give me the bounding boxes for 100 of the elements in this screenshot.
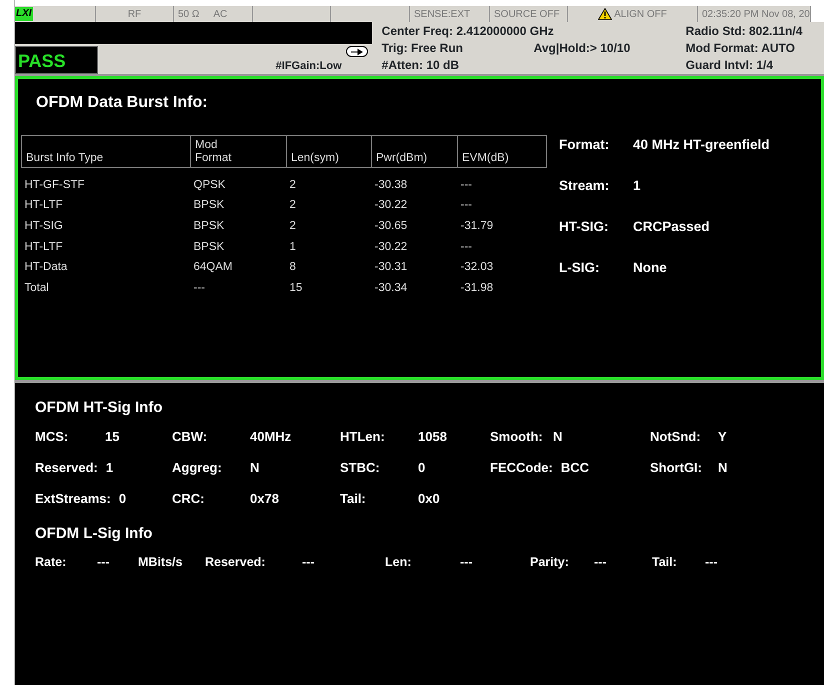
field-text: ---: [705, 554, 718, 571]
table-cell-text: 64QAM: [192, 260, 234, 276]
table-cell-text: -30.65: [374, 218, 408, 234]
column-header: Burst Info Type: [22, 136, 190, 168]
section-title: OFDM L-Sig Info: [35, 524, 154, 544]
field-value: N: [553, 428, 562, 446]
status-text: SENSE:EXT: [414, 8, 470, 22]
table-cell-text: 1: [288, 240, 297, 255]
if-gain-label: #IFGain:Low: [276, 58, 342, 74]
info-value: CRCPassed: [633, 218, 711, 236]
section-title: OFDM HT-Sig Info: [35, 398, 164, 418]
status-text: AC: [213, 8, 228, 22]
pass-indicator: PASS: [15, 46, 98, 74]
setting-text: Center Freq: 2.412000000 GHz: [382, 23, 554, 40]
column-header: Len(sym): [286, 136, 372, 168]
table-cell-text: -30.34: [374, 281, 408, 296]
field-label: MCS:: [35, 428, 70, 446]
field-text: Parity:: [530, 554, 569, 571]
table-cell-text: -32.03: [460, 260, 494, 276]
field-label: CBW:: [172, 428, 208, 446]
field-value: 0x78: [250, 490, 279, 508]
table-cell-text: 2: [288, 178, 297, 193]
table-cell-text: ---: [460, 198, 473, 214]
field-text: Reserved:: [205, 554, 266, 571]
column-header: EVM(dB): [458, 136, 546, 168]
table-cell-text: HT-LTF: [24, 240, 64, 255]
field-value: Y: [718, 428, 727, 446]
info-label: L-SIG:: [559, 259, 600, 277]
field-value: 0: [418, 459, 426, 478]
field-value: BCC: [560, 459, 590, 478]
table-cell-text: ---: [460, 178, 473, 193]
table-cell-text: HT-Data: [24, 260, 68, 276]
status-text: 50 Ω: [178, 8, 200, 22]
table-cell-text: 15: [288, 281, 304, 296]
field-label: NotSnd:: [650, 428, 702, 446]
table-cell-text: BPSK: [192, 218, 226, 234]
status-text: SOURCE OFF: [494, 8, 560, 22]
field-value: 40MHz: [250, 428, 292, 446]
setting-text: Guard Intvl: 1/4: [686, 57, 774, 74]
status-text: RF: [128, 8, 142, 22]
status-text: 02:35:20 PM Nov 08, 20: [702, 8, 810, 22]
field-label: Tail:: [340, 490, 367, 508]
panel-title: OFDM Data Burst Info:: [36, 93, 209, 113]
table-cell-text: 2: [288, 198, 297, 214]
table-cell-text: BPSK: [192, 240, 226, 255]
warning-icon: [598, 8, 612, 20]
field-text: MBits/s: [138, 554, 182, 571]
table-cell-text: 2: [288, 218, 297, 234]
table-cell-text: -31.98: [460, 281, 494, 296]
setting-text: Avg|Hold:> 10/10: [534, 40, 630, 57]
field-text: ---: [460, 554, 472, 571]
field-label: STBC:: [340, 459, 381, 478]
info-value: None: [633, 259, 668, 277]
field-label: HTLen:: [340, 428, 386, 446]
setting-text: #Atten: 10 dB: [382, 57, 459, 74]
table-cell-text: -30.22: [374, 240, 408, 255]
table-cell-text: BPSK: [192, 198, 226, 214]
table-cell-text: -30.38: [374, 178, 408, 193]
field-value: 0: [118, 490, 126, 508]
field-text: ---: [97, 554, 110, 571]
field-label: FECCode:: [490, 459, 553, 478]
status-text: ALIGN OFF: [614, 8, 667, 22]
field-value: 1058: [418, 428, 447, 446]
table-cell-text: HT-LTF: [24, 198, 64, 214]
field-text: Tail:: [652, 554, 677, 571]
table-cell-text: HT-SIG: [24, 218, 64, 234]
field-text: ---: [302, 554, 314, 571]
info-value: 40 MHz HT-greenfield: [633, 136, 770, 154]
setting-text: Mod Format: AUTO: [686, 40, 795, 57]
table-cell-text: 8: [288, 260, 297, 276]
table-cell-text: -31.79: [460, 218, 494, 234]
field-label: Smooth:: [490, 428, 544, 446]
field-label: ExtStreams:: [35, 490, 111, 508]
setting-text: Trig: Free Run: [382, 40, 463, 57]
setting-text: Radio Std: 802.11n/4: [686, 23, 802, 40]
field-label: Aggreg:: [172, 459, 223, 478]
table-cell-text: HT-GF-STF: [24, 178, 86, 193]
field-value: 15: [105, 428, 120, 446]
info-label: Stream:: [559, 177, 610, 195]
column-header: Mod Format: [190, 136, 286, 168]
field-label: Reserved:: [35, 459, 98, 478]
table-cell-text: -30.31: [374, 260, 408, 276]
lxi-logo: LXI: [15, 7, 33, 21]
info-label: HT-SIG:: [559, 218, 610, 236]
info-label: Format:: [559, 136, 610, 154]
field-label: ShortGI:: [650, 459, 703, 478]
field-value: 1: [106, 459, 114, 478]
table-cell-text: Total: [24, 281, 50, 296]
table-cell-text: -30.22: [374, 198, 408, 214]
field-value: 0x0: [418, 490, 440, 508]
field-text: ---: [594, 554, 606, 571]
table-cell-text: QPSK: [192, 178, 226, 193]
field-value: N: [250, 459, 260, 478]
field-text: Len:: [385, 554, 412, 571]
info-value: 1: [633, 177, 642, 195]
field-text: Rate:: [35, 554, 66, 571]
table-cell-text: ---: [192, 281, 206, 296]
table-cell-text: ---: [460, 240, 473, 255]
field-label: CRC:: [172, 490, 206, 508]
field-value: N: [718, 459, 728, 478]
